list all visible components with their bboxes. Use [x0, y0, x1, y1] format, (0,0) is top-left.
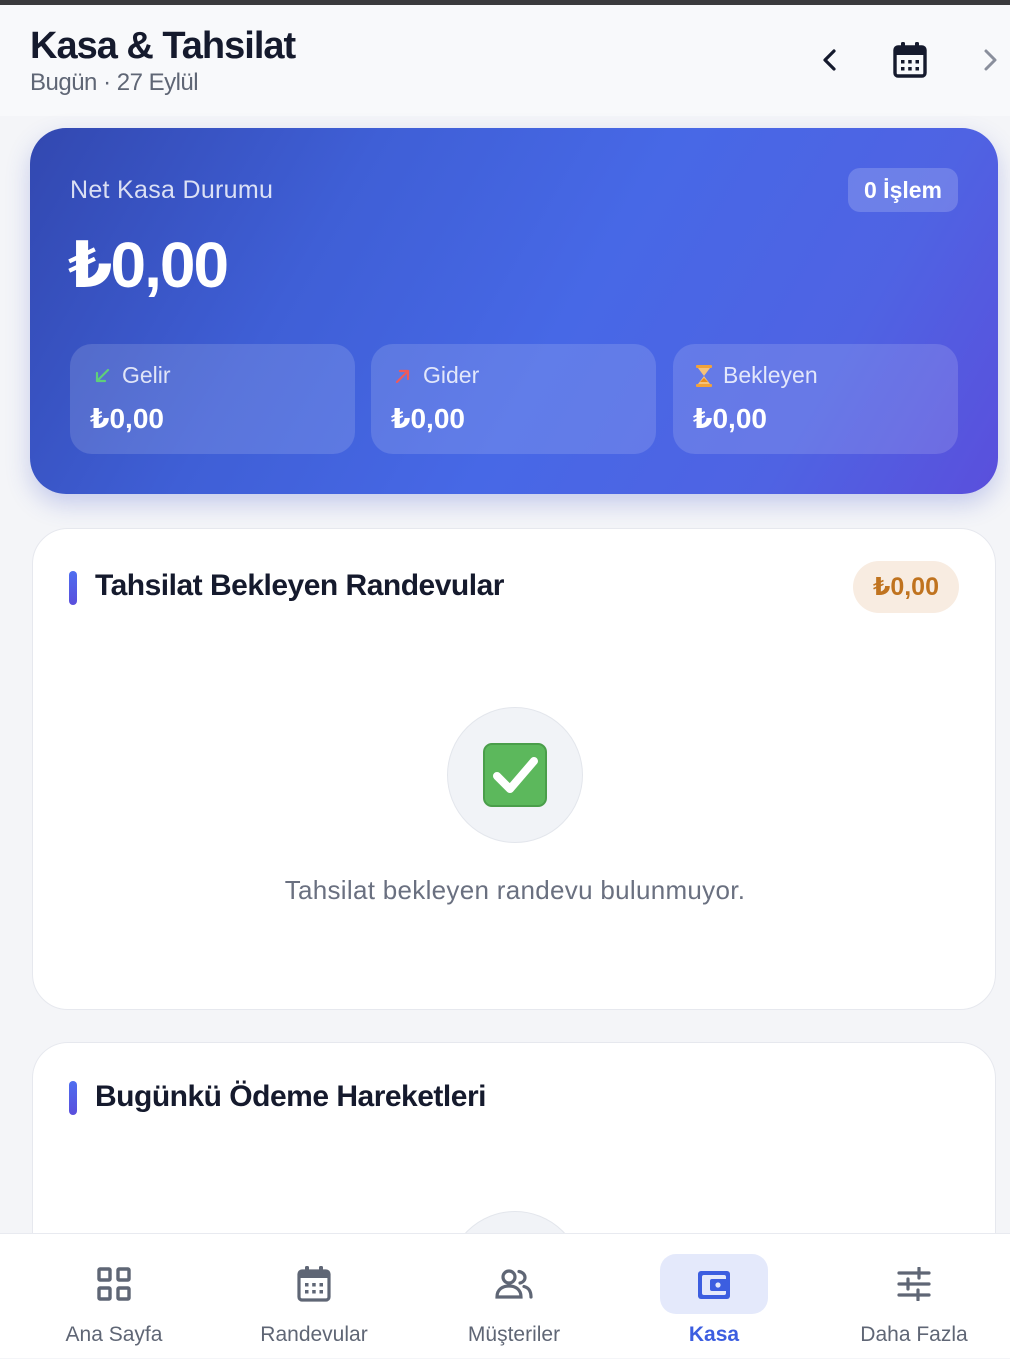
pending-value: ₺0,00 [693, 403, 767, 434]
bottom-navigation: Ana Sayfa Randevular Müşteriler Kasa Dah… [0, 1233, 1010, 1358]
pending-total-badge: ₺0,00 [852, 561, 959, 613]
transaction-count-badge: 0 İşlem [848, 168, 958, 212]
nav-item-appointments[interactable]: Randevular [213, 1234, 415, 1359]
pending-appointments-card: Tahsilat Bekleyen Randevular ₺0,00 Tahsi… [32, 528, 996, 1010]
next-day-button[interactable] [965, 35, 1010, 85]
nav-item-customers[interactable]: Müşteriler [413, 1234, 615, 1359]
users-icon [495, 1269, 533, 1299]
pending-stat: Bekleyen ₺0,00 [673, 344, 958, 454]
nav-label-more: Daha Fazla [860, 1323, 968, 1346]
grid-icon [97, 1267, 131, 1301]
todays-payments-title: Bugünkü Ödeme Hareketleri [95, 1080, 486, 1113]
income-stat: Gelir ₺0,00 [70, 344, 355, 454]
nav-label-home: Ana Sayfa [65, 1323, 163, 1346]
pending-appointments-title: Tahsilat Bekleyen Randevular [95, 569, 504, 602]
net-cash-summary-card: Net Kasa Durumu 0 İşlem ₺0,00 Gelir ₺0,0… [30, 128, 998, 494]
page-title: Kasa & Tahsilat [30, 25, 296, 67]
calendar-icon [297, 1266, 331, 1302]
expense-stat: Gider ₺0,00 [371, 344, 656, 454]
expense-label: Gider [423, 362, 480, 388]
calendar-icon [893, 42, 927, 78]
net-cash-label: Net Kasa Durumu [70, 176, 274, 204]
income-label: Gelir [122, 362, 171, 388]
income-value: ₺0,00 [90, 403, 164, 434]
nav-label-customers: Müşteriler [467, 1323, 561, 1346]
page-subtitle-date: Bugün · 27 Eylül [30, 69, 199, 96]
sliders-icon [897, 1267, 931, 1301]
arrow-up-right-icon [395, 369, 410, 383]
net-cash-amount: ₺0,00 [68, 229, 229, 301]
nav-label-cash: Kasa [688, 1323, 740, 1346]
hourglass-icon [696, 364, 712, 387]
expense-value: ₺0,00 [391, 403, 465, 434]
section-accent-bar [69, 571, 77, 605]
section-accent-bar [69, 1081, 77, 1115]
chevron-right-icon [984, 49, 997, 71]
pending-label: Bekleyen [723, 362, 818, 388]
check-mark-icon [483, 743, 547, 807]
nav-item-cash[interactable]: Kasa [613, 1234, 815, 1359]
nav-item-home[interactable]: Ana Sayfa [13, 1234, 215, 1359]
chevron-left-icon [823, 49, 836, 71]
nav-label-appointments: Randevular [260, 1323, 368, 1346]
wallet-icon [698, 1271, 730, 1299]
previous-day-button[interactable] [805, 35, 855, 85]
nav-item-more[interactable]: Daha Fazla [813, 1234, 1010, 1359]
calendar-picker-button[interactable] [885, 35, 935, 85]
empty-state-circle [447, 707, 583, 843]
empty-state-text: Tahsilat bekleyen randevu bulunmuyor. [284, 875, 746, 905]
arrow-down-left-icon [95, 368, 110, 382]
app-header: Kasa & Tahsilat Bugün · 27 Eylül [0, 5, 1010, 116]
